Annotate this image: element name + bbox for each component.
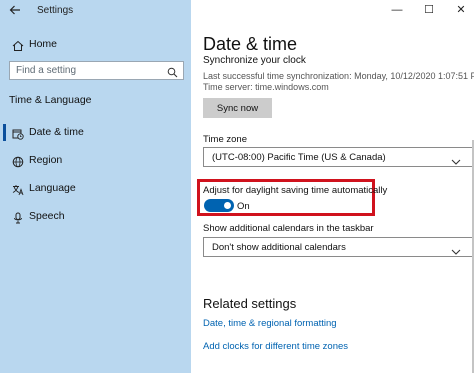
calendars-value: Don't show additional calendars (212, 242, 346, 253)
last-sync-text: Last successful time synchronization: Mo… (203, 71, 474, 81)
time-zone-value: (UTC-08:00) Pacific Time (US & Canada) (212, 152, 386, 163)
back-arrow-icon (9, 5, 20, 15)
title-bar: Settings (0, 0, 191, 22)
time-zone-dropdown[interactable]: (UTC-08:00) Pacific Time (US & Canada) (203, 147, 474, 167)
sidebar-item-region[interactable]: Region (0, 150, 191, 172)
search-icon[interactable] (167, 65, 178, 78)
sidebar-item-home[interactable]: Home (0, 34, 191, 56)
time-zone-label: Time zone (203, 134, 247, 145)
dst-toggle[interactable] (204, 199, 234, 212)
dst-label: Adjust for daylight saving time automati… (203, 185, 388, 196)
sidebar-item-label: Speech (29, 210, 65, 222)
sidebar-item-label: Language (29, 182, 76, 194)
time-server-text: Time server: time.windows.com (203, 82, 329, 92)
home-icon (12, 39, 24, 51)
maximize-button[interactable]: ☐ (420, 2, 438, 18)
close-button[interactable]: ✕ (452, 2, 470, 18)
page-title: Date & time (203, 34, 298, 54)
search-input[interactable] (16, 64, 161, 77)
calendar-clock-icon (12, 127, 24, 140)
sync-now-button[interactable]: Sync now (203, 98, 272, 118)
sync-heading: Synchronize your clock (203, 55, 306, 66)
app-title: Settings (37, 5, 74, 16)
sidebar-item-language[interactable]: Language (0, 178, 191, 200)
minimize-button[interactable]: — (388, 2, 406, 18)
calendars-label: Show additional calendars in the taskbar (203, 223, 374, 234)
sidebar-section-heading: Time & Language (9, 94, 92, 106)
add-clocks-link[interactable]: Add clocks for different time zones (203, 341, 348, 352)
chevron-down-icon (451, 153, 461, 165)
sidebar-item-label: Home (29, 38, 58, 50)
regional-formatting-link[interactable]: Date, time & regional formatting (203, 318, 337, 329)
sidebar-item-label: Date & time (29, 126, 84, 138)
active-indicator (3, 124, 6, 141)
main-pane: — ☐ ✕ Date & time Synchronize your clock… (191, 0, 474, 373)
sidebar-item-date-time[interactable]: Date & time (0, 122, 191, 144)
window-controls: — ☐ ✕ (374, 0, 474, 22)
language-icon (12, 183, 24, 196)
search-box[interactable] (9, 61, 184, 80)
related-settings-heading: Related settings (203, 296, 297, 311)
calendars-dropdown[interactable]: Don't show additional calendars (203, 237, 474, 257)
microphone-icon (12, 211, 24, 224)
sidebar: Settings Home Time & Language (0, 0, 191, 373)
dst-toggle-state: On (237, 201, 250, 212)
sidebar-item-speech[interactable]: Speech (0, 206, 191, 228)
chevron-down-icon (451, 243, 461, 255)
back-button[interactable] (8, 3, 24, 19)
sidebar-item-label: Region (29, 154, 63, 166)
globe-icon (12, 155, 24, 168)
toggle-knob (224, 202, 231, 209)
settings-window: Settings Home Time & Language (0, 0, 474, 373)
